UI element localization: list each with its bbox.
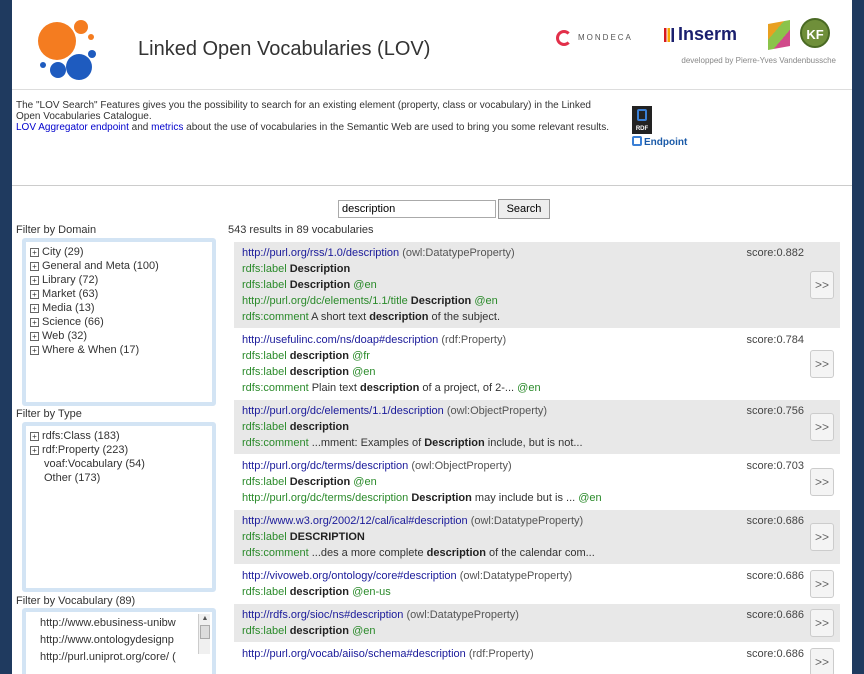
- result-uri-link[interactable]: http://usefulinc.com/ns/doap#description: [242, 334, 438, 346]
- expand-icon[interactable]: +: [30, 332, 39, 341]
- partner-logos: MONDECA Inserm KF developped by Pierre-Y…: [556, 16, 836, 66]
- result-score: score:0.882: [746, 247, 804, 259]
- expand-result-button[interactable]: >>: [810, 350, 834, 378]
- metrics-link[interactable]: metrics: [151, 122, 183, 133]
- developer-credit: developped by Pierre-Yves Vandenbussche: [681, 56, 836, 65]
- vocabulary-item[interactable]: http://www.ebusiness-unibw: [30, 615, 184, 632]
- intro-text: The "LOV Search" Features gives you the …: [16, 100, 609, 133]
- result-item: http://purl.org/rss/1.0/description (owl…: [234, 242, 840, 329]
- expand-icon[interactable]: +: [30, 318, 39, 327]
- result-uri-link[interactable]: http://vivoweb.org/ontology/core#descrip…: [242, 570, 457, 582]
- filter-domain-item[interactable]: + City (29): [30, 245, 208, 259]
- results-count: 543 results in 89 vocabularies: [228, 224, 374, 236]
- filter-type-item[interactable]: Other (173): [30, 471, 208, 485]
- header: Linked Open Vocabularies (LOV) MONDECA I…: [12, 0, 852, 90]
- result-score: score:0.756: [746, 405, 804, 417]
- filter-domain-item[interactable]: + General and Meta (100): [30, 259, 208, 273]
- expand-result-button[interactable]: >>: [810, 648, 834, 674]
- filter-type-item[interactable]: voaf:Vocabulary (54): [30, 457, 208, 471]
- expand-result-button[interactable]: >>: [810, 609, 834, 637]
- expand-result-button[interactable]: >>: [810, 413, 834, 441]
- filter-vocabulary-heading: Filter by Vocabulary (89): [16, 595, 136, 607]
- expand-result-button[interactable]: >>: [810, 523, 834, 551]
- search-button[interactable]: Search: [498, 199, 550, 219]
- inserm-bars-icon: [664, 28, 674, 43]
- result-uri-link[interactable]: http://purl.org/rss/1.0/description: [242, 247, 399, 259]
- rdf-icon: RDF: [632, 106, 652, 134]
- sparql-endpoint[interactable]: RDF Endpoint: [632, 106, 702, 154]
- mondeca-swirl-icon: [556, 30, 572, 46]
- vocabulary-list[interactable]: http://www.ebusiness-unibw http://www.on…: [30, 615, 208, 666]
- expand-icon[interactable]: +: [30, 290, 39, 299]
- page-title: Linked Open Vocabularies (LOV): [138, 38, 431, 60]
- cube-logo-icon[interactable]: [768, 20, 790, 50]
- result-uri-link[interactable]: http://purl.org/dc/elements/1.1/descript…: [242, 405, 444, 417]
- expand-result-button[interactable]: >>: [810, 468, 834, 496]
- result-item: http://vivoweb.org/ontology/core#descrip…: [234, 565, 840, 604]
- result-item: http://purl.org/dc/elements/1.1/descript…: [234, 400, 840, 455]
- filter-type-heading: Filter by Type: [16, 408, 82, 420]
- vocabulary-scrollbar[interactable]: ▲: [198, 614, 210, 654]
- result-uri-link[interactable]: http://purl.org/dc/terms/description: [242, 460, 408, 472]
- filter-domain-item[interactable]: + Market (63): [30, 287, 208, 301]
- scroll-thumb[interactable]: [200, 625, 210, 639]
- filter-type-item[interactable]: + rdf:Property (223): [30, 443, 208, 457]
- expand-result-button[interactable]: >>: [810, 570, 834, 598]
- vocabulary-item[interactable]: http://purl.uniprot.org/core/ (: [30, 649, 184, 666]
- expand-icon[interactable]: +: [30, 248, 39, 257]
- okf-logo[interactable]: KF: [800, 18, 830, 48]
- result-item: http://rdfs.org/sioc/ns#description (owl…: [234, 604, 840, 643]
- result-item: http://purl.org/dc/terms/description (ow…: [234, 455, 840, 510]
- mondeca-logo[interactable]: MONDECA: [556, 30, 633, 46]
- filter-domain-item[interactable]: + Media (13): [30, 301, 208, 315]
- filter-type-item[interactable]: + rdfs:Class (183): [30, 429, 208, 443]
- result-score: score:0.686: [746, 609, 804, 621]
- result-score: score:0.686: [746, 515, 804, 527]
- result-item: http://www.w3.org/2002/12/cal/ical#descr…: [234, 510, 840, 565]
- page: Linked Open Vocabularies (LOV) MONDECA I…: [12, 0, 852, 674]
- filter-domain-item[interactable]: + Library (72): [30, 273, 208, 287]
- result-uri-link[interactable]: http://purl.org/vocab/aiiso/schema#descr…: [242, 648, 466, 660]
- scroll-up-icon[interactable]: ▲: [199, 614, 211, 624]
- filter-domain-box: + City (29) + General and Meta (100) + Libr…: [22, 238, 216, 406]
- expand-icon[interactable]: +: [30, 346, 39, 355]
- aggregator-endpoint-link[interactable]: LOV Aggregator endpoint: [16, 122, 129, 133]
- filter-type-box: + rdfs:Class (183) + rdf:Property (223) vo…: [22, 422, 216, 592]
- result-uri-link[interactable]: http://rdfs.org/sioc/ns#description: [242, 609, 403, 621]
- result-item: http://usefulinc.com/ns/doap#description…: [234, 329, 840, 400]
- expand-result-button[interactable]: >>: [810, 271, 834, 299]
- filter-domain-heading: Filter by Domain: [16, 224, 97, 236]
- endpoint-label[interactable]: Endpoint: [632, 136, 687, 148]
- result-item: http://purl.org/vocab/aiiso/schema#descr…: [234, 643, 840, 674]
- filter-domain-item[interactable]: + Science (66): [30, 315, 208, 329]
- result-score: score:0.784: [746, 334, 804, 346]
- vocabulary-item[interactable]: http://www.ontologydesignp: [30, 632, 184, 649]
- expand-icon[interactable]: +: [30, 276, 39, 285]
- result-score: score:0.686: [746, 648, 804, 660]
- expand-icon[interactable]: +: [30, 262, 39, 271]
- result-uri-link[interactable]: http://www.w3.org/2002/12/cal/ical#descr…: [242, 515, 468, 527]
- expand-icon[interactable]: +: [30, 432, 39, 441]
- result-score: score:0.686: [746, 570, 804, 582]
- inserm-logo[interactable]: Inserm: [664, 24, 737, 45]
- result-score: score:0.703: [746, 460, 804, 472]
- search-input[interactable]: [338, 200, 496, 218]
- divider: [12, 185, 852, 186]
- expand-icon[interactable]: +: [30, 446, 39, 455]
- lov-logo[interactable]: [24, 10, 96, 80]
- filter-domain-item[interactable]: + Web (32): [30, 329, 208, 343]
- filter-domain-item[interactable]: + Where & When (17): [30, 343, 208, 357]
- filter-vocabulary-box: http://www.ebusiness-unibw http://www.on…: [22, 608, 216, 674]
- expand-icon[interactable]: +: [30, 304, 39, 313]
- results-list: http://purl.org/rss/1.0/description (owl…: [234, 242, 840, 674]
- graph-icon: [632, 136, 642, 146]
